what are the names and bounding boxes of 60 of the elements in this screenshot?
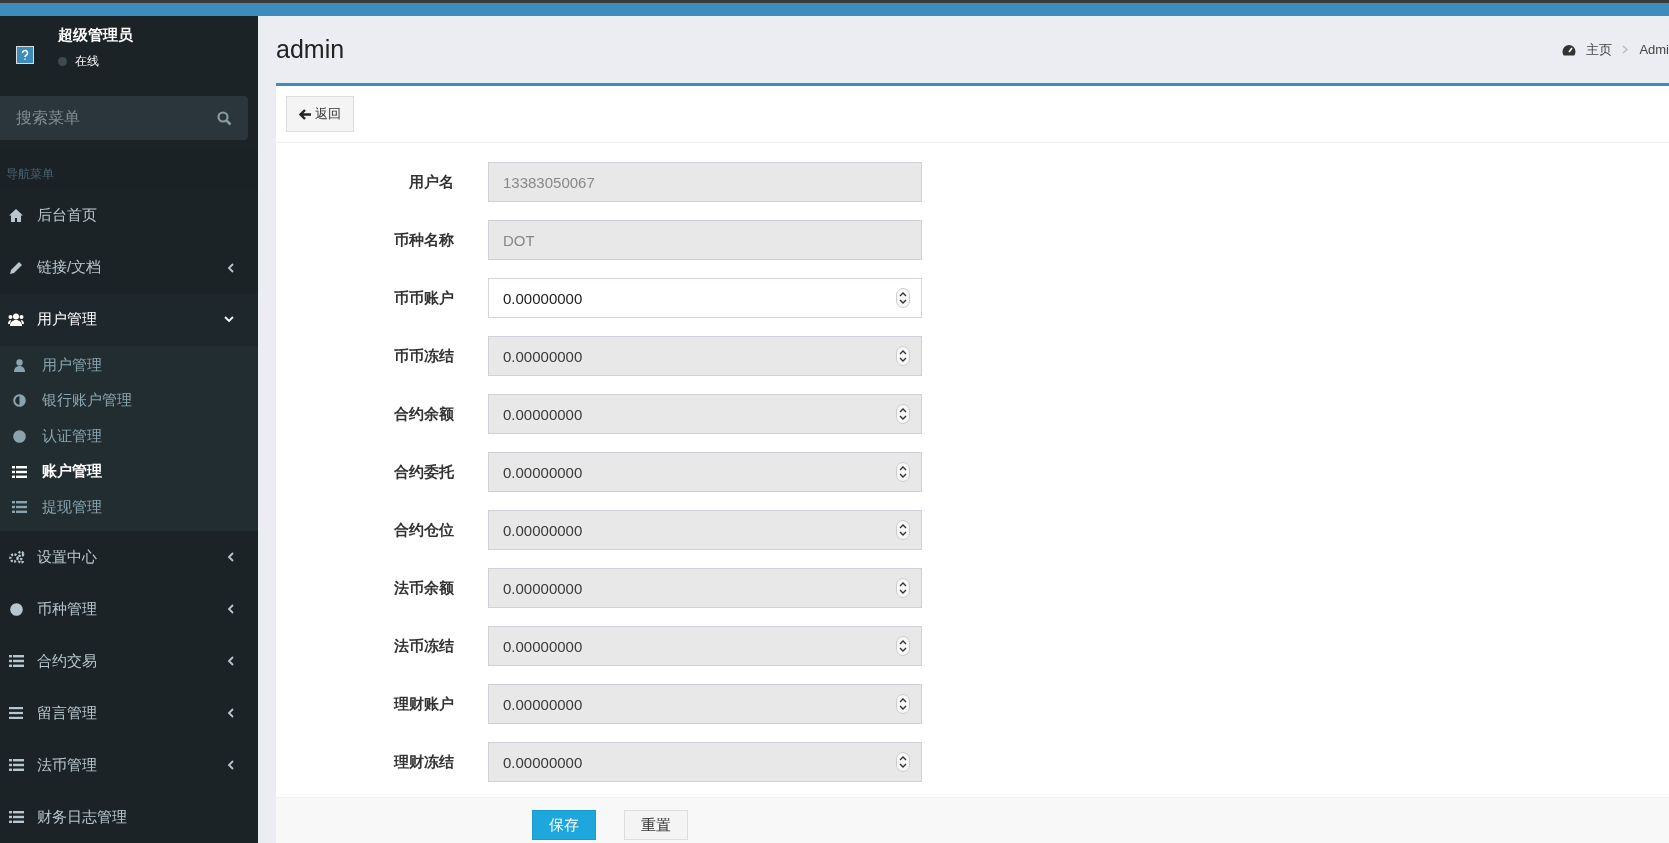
submenu-item[interactable]: 提现管理	[0, 489, 258, 525]
arrow-left-icon	[299, 108, 311, 120]
list-icon	[8, 759, 24, 771]
menu-item[interactable]: 法币管理	[0, 739, 258, 791]
submenu-item[interactable]: 银行账户管理	[0, 383, 258, 419]
field-label: 理财冻结	[392, 752, 455, 772]
chevron-right-icon	[1622, 45, 1630, 54]
chevron-down-icon	[224, 316, 234, 323]
circle-icon	[12, 429, 26, 443]
field-label: 币币账户	[393, 288, 455, 308]
list-icon	[8, 655, 24, 667]
chevron-left-icon	[227, 262, 234, 273]
chevron-left-icon	[227, 760, 234, 770]
field-label: 币币冻结	[393, 346, 455, 366]
submenu-item[interactable]: 账户管理	[0, 454, 258, 490]
user-name: 超级管理员	[58, 26, 133, 45]
field-label: 理财账户	[392, 694, 455, 714]
breadcrumb-current: Admi	[1639, 42, 1669, 57]
user-status: 在线	[75, 53, 99, 70]
status-dot	[58, 57, 67, 66]
menu-item[interactable]: 财务日志管理	[0, 791, 258, 843]
breadcrumb-link[interactable]: 主页	[1586, 40, 1613, 59]
field-label: 合约委托	[393, 462, 455, 482]
home-icon	[9, 209, 23, 222]
list-icon	[8, 811, 24, 823]
page-title: admin	[276, 35, 345, 64]
user-icon	[13, 358, 25, 372]
list-icon	[11, 501, 27, 514]
submenu-item[interactable]: 认证管理	[0, 418, 258, 454]
chevron-left-icon	[227, 604, 234, 614]
field-label: 用户名	[408, 172, 455, 192]
menu-item[interactable]: 用户管理	[0, 293, 258, 346]
submenu-item[interactable]: 用户管理	[0, 347, 258, 383]
input-field[interactable]: 0.00000000	[488, 278, 922, 318]
field-label: 合约仓位	[393, 520, 455, 540]
search-icon	[217, 111, 232, 127]
field-label: 币种名称	[393, 230, 455, 250]
menu-item[interactable]: 币种管理	[0, 583, 258, 635]
circle-icon	[9, 602, 23, 616]
half-circle-icon	[12, 394, 26, 408]
menu-item[interactable]: 链接/文档	[0, 241, 258, 294]
chevron-left-icon	[227, 708, 234, 718]
chevron-left-icon	[227, 656, 234, 666]
menu-item[interactable]: 设置中心	[0, 531, 258, 583]
back-button[interactable]: 返回	[286, 96, 354, 132]
search-field[interactable]: 搜索菜单	[0, 96, 248, 141]
field-label: 合约余额	[393, 404, 455, 424]
dashboard-icon	[1562, 43, 1577, 56]
menu-icon	[9, 707, 23, 719]
menu-item[interactable]: 合约交易	[0, 635, 258, 687]
menu-item[interactable]: 后台首页	[0, 189, 258, 242]
field-label: 法币冻结	[393, 636, 455, 656]
list-icon	[11, 465, 27, 478]
chevron-left-icon	[227, 552, 234, 562]
users-icon	[8, 313, 24, 326]
field-label: 法币余额	[393, 578, 455, 598]
pencil-icon	[9, 260, 23, 275]
reset-button[interactable]: 重置	[624, 810, 688, 840]
menu-item[interactable]: 留言管理	[0, 687, 258, 739]
avatar-icon	[16, 46, 34, 64]
